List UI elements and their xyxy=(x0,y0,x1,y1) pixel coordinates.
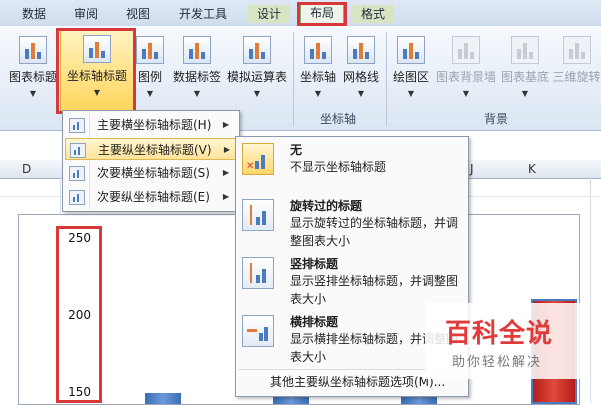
axis-title-icon xyxy=(83,35,111,63)
data-table-label: 模拟运算表 xyxy=(226,70,287,84)
chevron-right-icon: ▶ xyxy=(222,192,229,201)
horizontal-axis-title-icon xyxy=(69,118,85,133)
gridlines-button[interactable]: 网格线 ▼ xyxy=(340,30,382,98)
option-vertical-title[interactable]: 竖排标题 显示竖排坐标轴标题，并调整图表大小 xyxy=(238,255,466,309)
y-tick-label: 200 xyxy=(68,308,91,322)
option-description: 不显示坐标轴标题 xyxy=(290,160,387,174)
menu-item-secondary-vertical[interactable]: 次要纵坐标轴标题(E) ▶ xyxy=(65,186,235,208)
legend-button[interactable]: 图例 ▼ xyxy=(134,30,166,98)
option-rotated-title[interactable]: 旋转过的标题 显示旋转过的坐标轴标题，并调整图表大小 xyxy=(238,197,466,251)
tab-review[interactable]: 审阅 xyxy=(66,5,106,23)
watermark-main-text: 百科全说 xyxy=(445,319,554,349)
axes-icon xyxy=(304,36,332,64)
plot-area-icon xyxy=(397,36,425,64)
group-label-axes: 坐标轴 xyxy=(320,112,357,126)
chevron-down-icon: ▼ xyxy=(93,88,101,97)
chart-wall-icon xyxy=(452,36,480,64)
ribbon-tab-bar: 数据 审阅 视图 开发工具 设计 布局 格式 xyxy=(0,0,601,27)
chevron-right-icon: ▶ xyxy=(223,145,230,154)
grid-line xyxy=(590,178,591,403)
option-title: 竖排标题 xyxy=(290,257,339,271)
group-label-background: 背景 xyxy=(484,112,509,126)
data-labels-label: 数据标签 xyxy=(172,70,221,84)
tab-format[interactable]: 格式 xyxy=(352,5,394,23)
menu-item-primary-horizontal[interactable]: 主要横坐标轴标题(H) ▶ xyxy=(65,114,235,136)
menu-item-primary-vertical[interactable]: 主要纵坐标轴标题(V) ▶ xyxy=(65,138,237,160)
axis-title-button[interactable]: 坐标轴标题 ▼ xyxy=(60,28,134,114)
group-separator xyxy=(293,32,294,126)
chevron-down-icon: ▼ xyxy=(193,89,201,98)
axis-title-label: 坐标轴标题 xyxy=(66,69,127,83)
menu-item-label: 次要横坐标轴标题(S) xyxy=(97,166,210,180)
tab-design[interactable]: 设计 xyxy=(248,5,290,23)
chart-floor-button[interactable]: 图表基底 ▼ xyxy=(498,30,552,98)
axes-label: 坐标轴 xyxy=(299,70,336,84)
rotated-axis-title-icon xyxy=(242,199,274,231)
chevron-down-icon: ▼ xyxy=(357,89,365,98)
chart-wall-label: 图表背景墙 xyxy=(435,70,496,84)
column-header[interactable]: K xyxy=(528,160,536,178)
chevron-down-icon: ▼ xyxy=(521,89,529,98)
axes-button[interactable]: 坐标轴 ▼ xyxy=(298,30,338,98)
watermark-sub-text: 助你轻松解决 xyxy=(452,355,543,370)
more-options-label: 其他主要纵坐标轴标题选项(M)... xyxy=(270,375,446,389)
data-table-icon xyxy=(243,36,271,64)
vertical-axis-title-icon xyxy=(69,190,85,205)
y-tick-label: 150 xyxy=(68,385,91,399)
horizontal-axis-title-icon xyxy=(69,166,85,181)
watermark-logo: 百科全说 助你轻松解决 xyxy=(425,303,585,379)
chart-title-icon xyxy=(19,36,47,64)
no-axis-title-icon: ✕ xyxy=(242,143,274,175)
3d-rotation-icon xyxy=(562,36,591,64)
tab-data[interactable]: 数据 xyxy=(14,5,54,23)
chevron-right-icon: ▶ xyxy=(222,168,229,177)
column-header[interactable]: J xyxy=(470,160,474,178)
chevron-right-icon: ▶ xyxy=(222,120,229,129)
chart-floor-icon xyxy=(511,36,539,64)
chart-floor-label: 图表基底 xyxy=(500,70,549,84)
option-title: 旋转过的标题 xyxy=(290,199,363,213)
chevron-down-icon: ▼ xyxy=(407,89,415,98)
axis-title-menu: 主要横坐标轴标题(H) ▶ 主要纵坐标轴标题(V) ▶ 次要横坐标轴标题(S) … xyxy=(62,110,240,212)
data-labels-icon xyxy=(183,36,211,64)
option-title: 无 xyxy=(290,143,303,157)
tab-view[interactable]: 视图 xyxy=(118,5,158,23)
3d-rotation-button[interactable]: 三维旋转 xyxy=(552,30,601,85)
data-labels-button[interactable]: 数据标签 ▼ xyxy=(171,30,223,98)
vertical-axis-title-icon xyxy=(242,257,274,289)
gridlines-label: 网格线 xyxy=(342,70,379,84)
group-separator xyxy=(386,32,387,126)
chart-title-button[interactable]: 图表标题 ▼ xyxy=(6,30,60,98)
option-none[interactable]: ✕ 无 不显示坐标轴标题 xyxy=(238,141,466,181)
tab-developer[interactable]: 开发工具 xyxy=(170,5,236,23)
chevron-down-icon: ▼ xyxy=(462,89,470,98)
chart-bar[interactable] xyxy=(145,393,181,404)
tab-layout[interactable]: 布局 xyxy=(300,3,344,24)
chevron-down-icon: ▼ xyxy=(29,89,37,98)
option-title: 横排标题 xyxy=(290,315,339,329)
horizontal-axis-title-icon xyxy=(242,315,274,347)
chart-wall-button[interactable]: 图表背景墙 ▼ xyxy=(434,30,498,98)
chevron-down-icon: ▼ xyxy=(253,89,261,98)
chevron-down-icon: ▼ xyxy=(146,89,154,98)
3d-rotation-label: 三维旋转 xyxy=(552,70,601,84)
menu-item-label: 主要横坐标轴标题(H) xyxy=(97,118,212,132)
chart-title-label: 图表标题 xyxy=(8,70,57,84)
legend-label: 图例 xyxy=(137,70,162,84)
plot-area-label: 绘图区 xyxy=(392,70,429,84)
column-header[interactable]: D xyxy=(22,160,31,178)
menu-item-label: 次要纵坐标轴标题(E) xyxy=(97,190,210,204)
vertical-axis-title-icon xyxy=(70,143,86,158)
menu-item-secondary-horizontal[interactable]: 次要横坐标轴标题(S) ▶ xyxy=(65,162,235,184)
plot-area-button[interactable]: 绘图区 ▼ xyxy=(390,30,432,98)
chevron-down-icon: ▼ xyxy=(314,89,322,98)
legend-icon xyxy=(136,36,164,64)
menu-item-label: 主要纵坐标轴标题(V) xyxy=(98,143,212,157)
y-tick-label: 250 xyxy=(68,231,91,245)
option-description: 显示旋转过的坐标轴标题，并调整图表大小 xyxy=(290,216,459,248)
data-table-button[interactable]: 模拟运算表 ▼ xyxy=(226,30,288,98)
gridlines-icon xyxy=(347,36,375,64)
